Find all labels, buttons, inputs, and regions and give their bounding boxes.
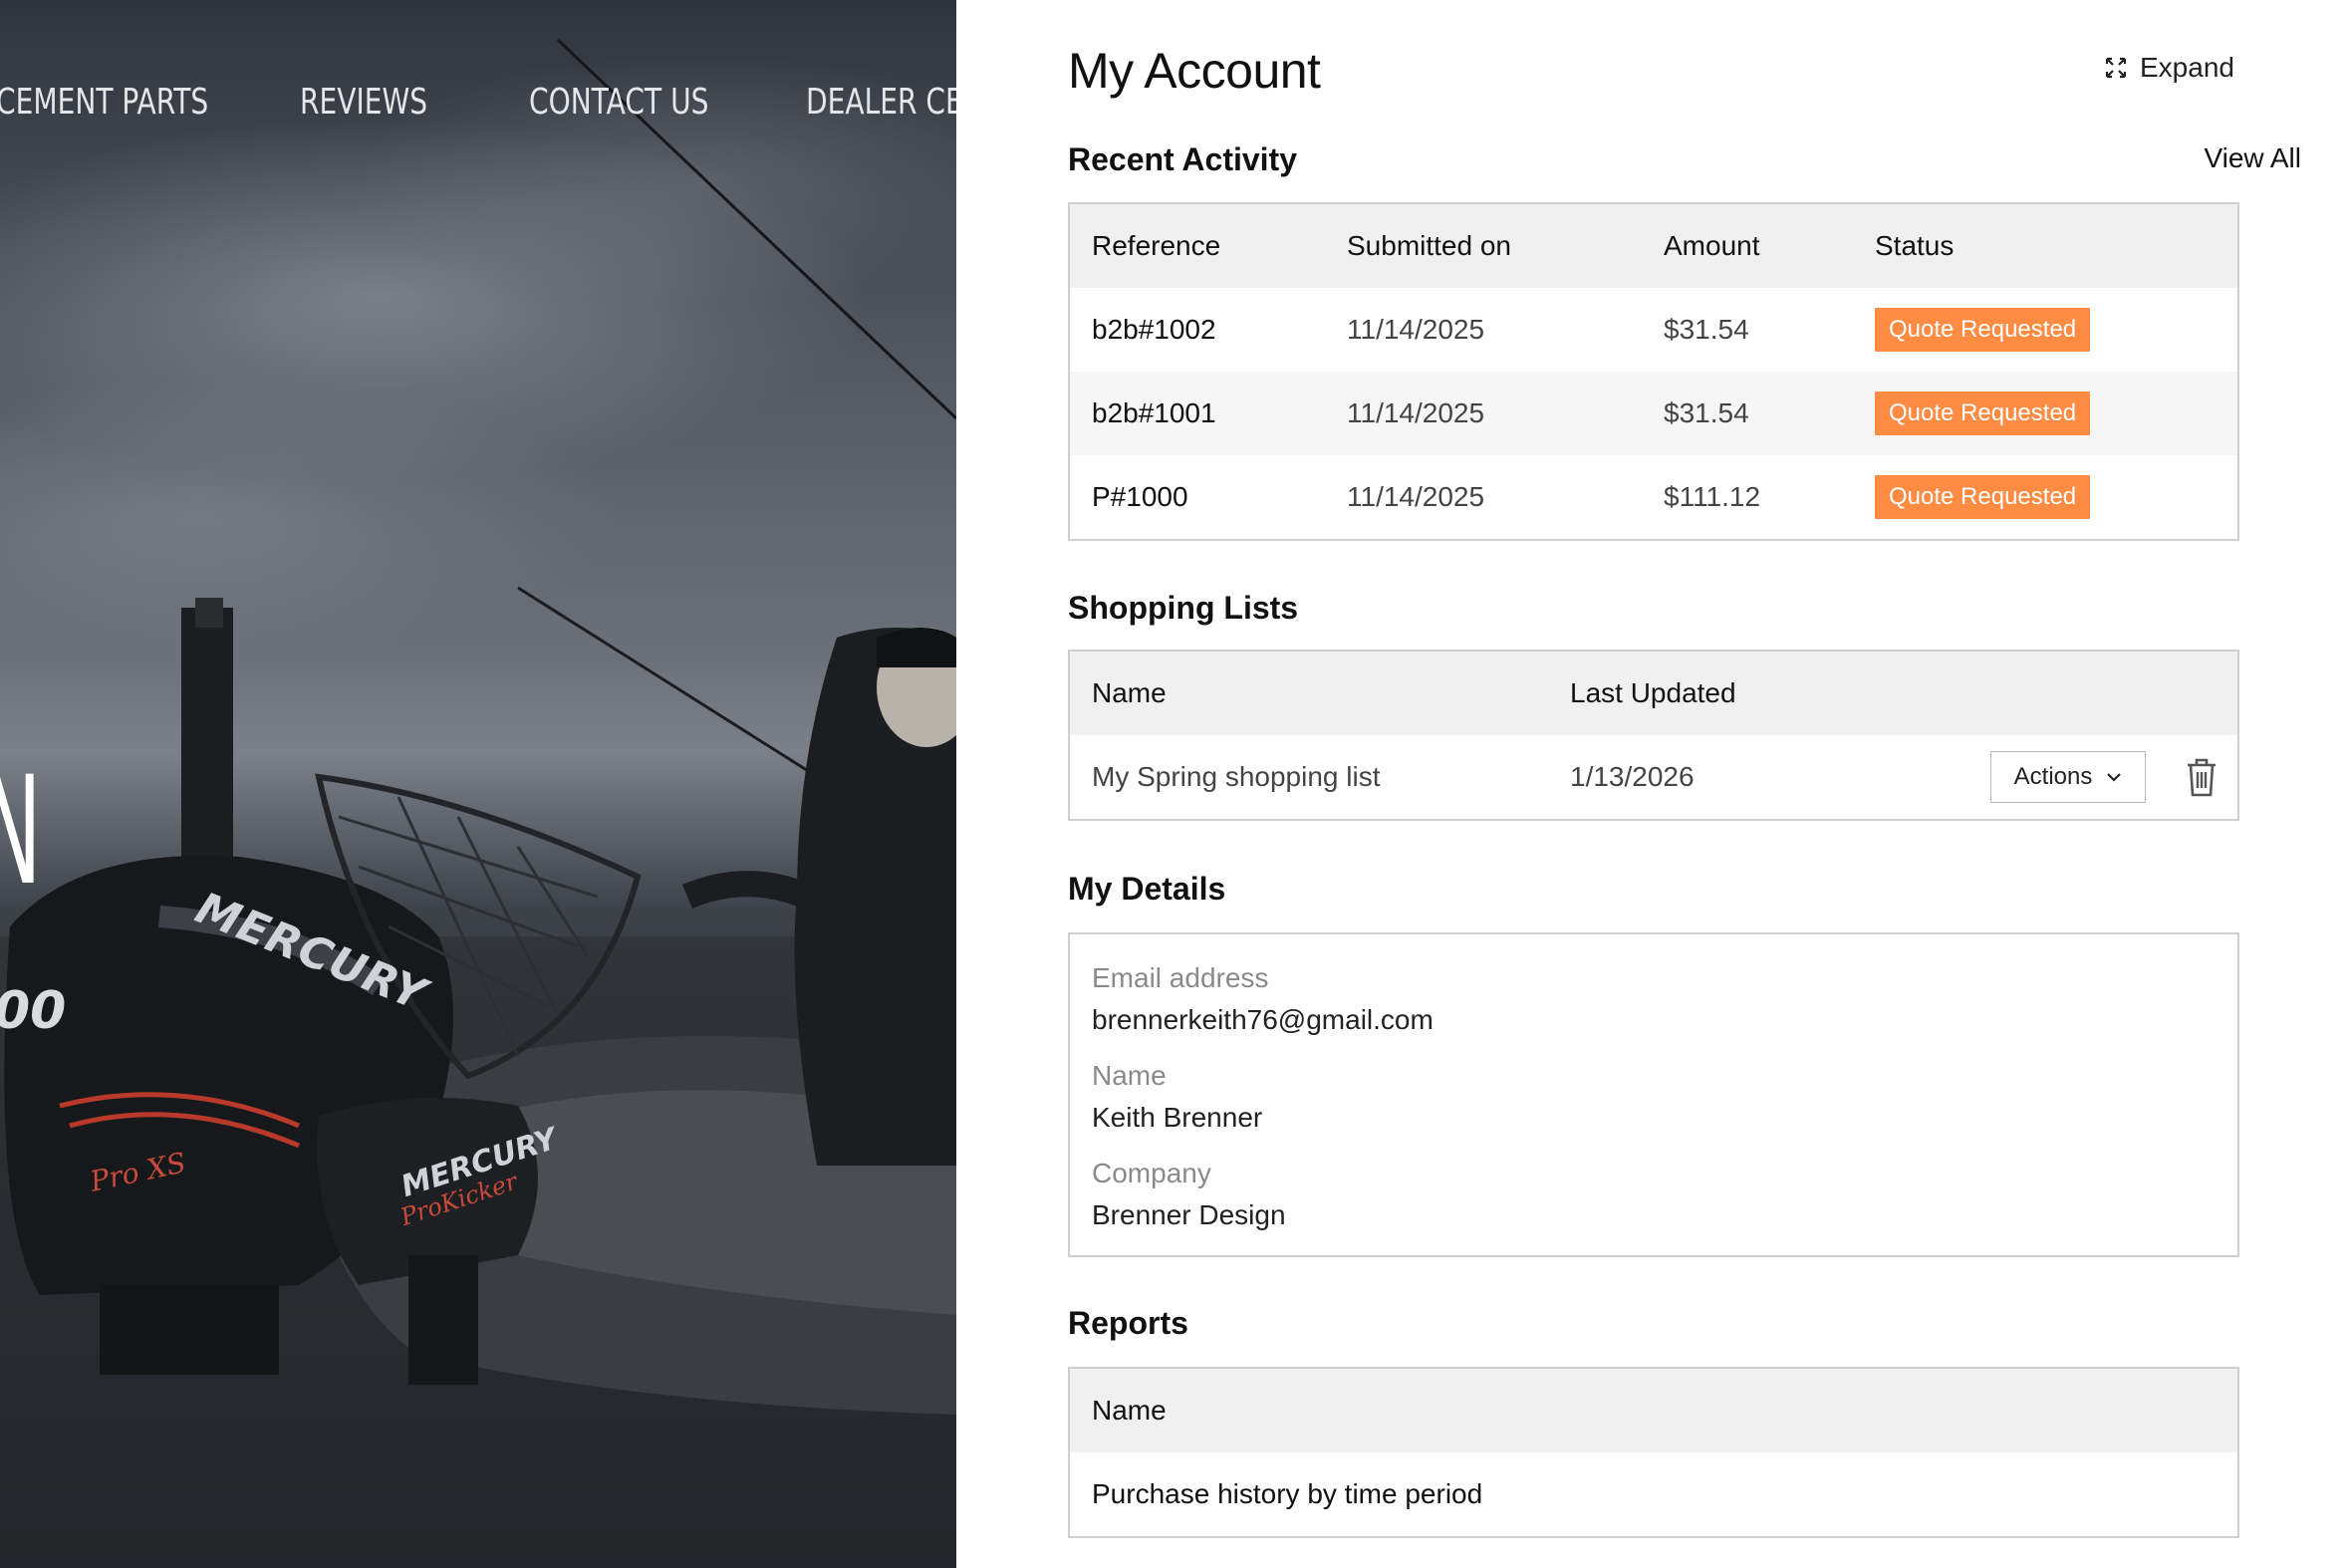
report-name[interactable]: Purchase history by time period <box>1092 1452 1482 1536</box>
amount-cell: $31.54 <box>1664 314 1749 345</box>
table-header: Name Last Updated <box>1070 652 2237 735</box>
email-label: Email address <box>1092 962 1269 993</box>
fishing-boat-photo <box>0 38 956 1568</box>
name-label: Name <box>1092 1060 1167 1091</box>
company-label: Company <box>1092 1158 1211 1188</box>
shopping-list-name[interactable]: My Spring shopping list <box>1092 735 1380 819</box>
hero-nav: CEMENT PARTS REVIEWS CONTACT US DEALER C… <box>0 82 956 141</box>
account-panel: My Account Expand Recent Activity View A… <box>956 0 2351 1568</box>
reports-table: Name Purchase history by time period <box>1068 1367 2239 1538</box>
chevron-down-icon <box>2107 773 2122 782</box>
engine-hp-text: 00 <box>0 981 67 1041</box>
hero-background: CEMENT PARTS REVIEWS CONTACT US DEALER C… <box>0 0 956 1568</box>
expand-button[interactable]: Expand <box>2104 52 2234 84</box>
column-header-amount: Amount <box>1664 230 1760 261</box>
submitted-on-cell: 11/14/2025 <box>1347 397 1485 428</box>
submitted-on-cell: 11/14/2025 <box>1347 481 1485 512</box>
reports-title: Reports <box>1068 1305 1188 1341</box>
expand-label: Expand <box>2140 52 2234 83</box>
nav-contact-us[interactable]: CONTACT US <box>529 82 708 123</box>
table-row[interactable]: My Spring shopping list 1/13/2026 Action… <box>1070 735 2237 819</box>
shopping-lists-table: Name Last Updated My Spring shopping lis… <box>1068 650 2239 821</box>
hero-headline-fragment: N <box>0 757 42 907</box>
status-badge: Quote Requested <box>1875 392 2091 435</box>
recent-activity-title: Recent Activity <box>1068 141 1297 177</box>
nav-replacement-parts[interactable]: CEMENT PARTS <box>0 82 208 123</box>
column-header-name: Name <box>1092 1395 1167 1426</box>
company-value: Brenner Design <box>1092 1199 1286 1230</box>
column-header-reference: Reference <box>1092 230 1221 261</box>
nav-dealer-center[interactable]: DEALER CEN <box>806 82 956 123</box>
nav-reviews[interactable]: REVIEWS <box>300 82 427 123</box>
status-badge: Quote Requested <box>1875 475 2091 519</box>
table-row[interactable]: b2b#1001 11/14/2025 $31.54 Quote Request… <box>1070 372 2237 455</box>
column-header-submitted-on: Submitted on <box>1347 230 1511 261</box>
amount-cell: $111.12 <box>1664 481 1761 512</box>
table-row[interactable]: Purchase history by time period <box>1070 1452 2237 1536</box>
reference-cell[interactable]: b2b#1001 <box>1092 372 1216 455</box>
expand-icon <box>2105 57 2127 79</box>
table-row[interactable]: P#1000 11/14/2025 $111.12 Quote Requeste… <box>1070 455 2237 539</box>
shopping-lists-title: Shopping Lists <box>1068 590 1299 626</box>
submitted-on-cell: 11/14/2025 <box>1347 314 1485 345</box>
email-value: brennerkeith76@gmail.com <box>1092 1004 1434 1035</box>
reference-cell[interactable]: b2b#1002 <box>1092 288 1216 372</box>
my-details-card: Email address brennerkeith76@gmail.com N… <box>1068 932 2239 1257</box>
actions-label: Actions <box>2013 763 2093 790</box>
page-title: My Account <box>1068 43 1321 99</box>
my-details-title: My Details <box>1068 871 1226 907</box>
trash-icon[interactable] <box>2182 755 2221 799</box>
column-header-last-updated: Last Updated <box>1570 677 1736 708</box>
name-value: Keith Brenner <box>1092 1102 1263 1133</box>
status-badge: Quote Requested <box>1875 308 2091 352</box>
actions-dropdown-button[interactable]: Actions <box>1990 751 2146 803</box>
column-header-name: Name <box>1092 677 1167 708</box>
last-updated-cell: 1/13/2026 <box>1570 761 1695 792</box>
view-all-link[interactable]: View All <box>2142 142 2301 174</box>
table-header: Name <box>1070 1369 2237 1452</box>
recent-activity-table: Reference Submitted on Amount Status b2b… <box>1068 202 2239 541</box>
reference-cell[interactable]: P#1000 <box>1092 455 1188 539</box>
table-row[interactable]: b2b#1002 11/14/2025 $31.54 Quote Request… <box>1070 288 2237 372</box>
amount-cell: $31.54 <box>1664 397 1749 428</box>
table-header: Reference Submitted on Amount Status <box>1070 204 2237 288</box>
column-header-status: Status <box>1875 230 1955 261</box>
